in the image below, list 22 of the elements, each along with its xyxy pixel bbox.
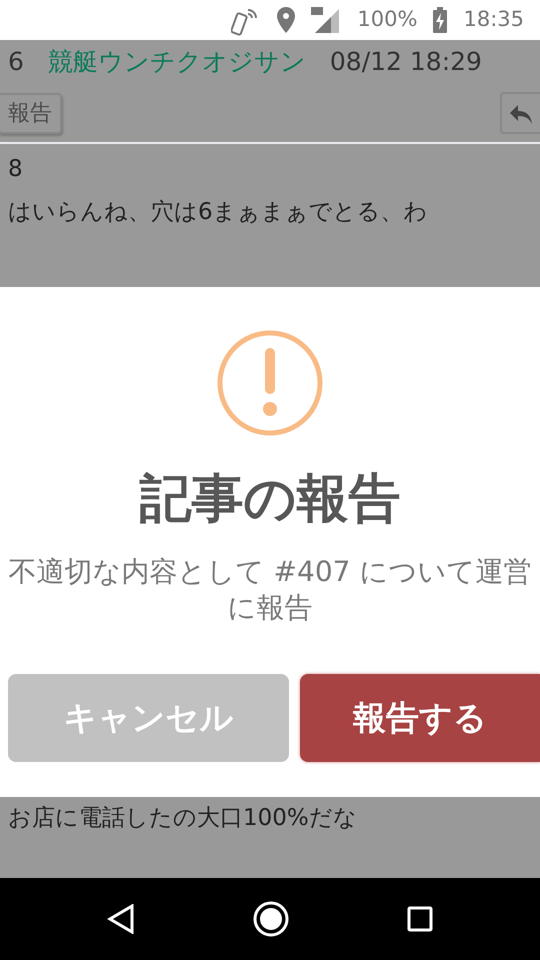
battery-percentage: 100% <box>357 6 418 34</box>
warning-icon <box>217 330 323 436</box>
author-name[interactable]: 競艇ウンチクオジサン <box>48 43 306 81</box>
post-text-line: 8 <box>7 155 24 184</box>
home-icon[interactable] <box>253 901 289 937</box>
confirm-button[interactable]: 報告する <box>300 674 540 762</box>
recent-apps-icon[interactable] <box>407 906 433 932</box>
location-icon <box>277 7 296 33</box>
post-date: 08/12 18:29 <box>330 46 482 78</box>
post-text-line: はいらんね、穴は6まぁまぁでとる、わ <box>7 198 429 226</box>
back-icon[interactable] <box>107 904 135 934</box>
clock: 18:35 <box>463 6 524 34</box>
battery-charging-icon <box>433 7 448 33</box>
reply-icon <box>508 102 534 125</box>
signal-icon <box>311 7 342 33</box>
dialog-title: 記事の報告 <box>140 468 400 531</box>
cancel-button[interactable]: キャンセル <box>8 674 289 762</box>
dialog-message: 不適切な内容として #407 について運営に報告 <box>8 554 532 626</box>
post-text-line: お店に電話したの大口100%だな <box>8 805 357 831</box>
report-button[interactable]: 報告 <box>0 92 62 134</box>
post-number: 6 <box>8 46 24 78</box>
reply-button[interactable] <box>500 92 540 134</box>
